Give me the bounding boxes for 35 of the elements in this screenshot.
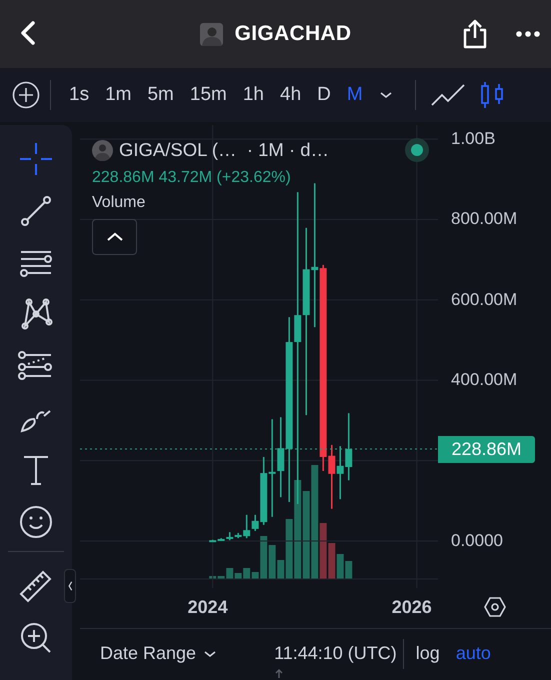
token-title: GIGACHAD <box>234 22 352 46</box>
auto-toggle[interactable]: auto <box>456 643 491 664</box>
last-price-badge: 228.86M <box>438 436 535 463</box>
price-label: 800.00M <box>451 209 518 230</box>
time-label: 2026 <box>392 597 432 618</box>
interval-tab[interactable]: 15m <box>182 84 235 106</box>
interval-tab[interactable]: 1s <box>61 84 98 106</box>
date-range-button[interactable]: Date Range <box>100 643 216 664</box>
indicator-label: Volume <box>92 194 146 212</box>
add-icon[interactable] <box>12 81 40 109</box>
ohlc-values: 228.86M 43.72M (+23.62%) <box>92 169 292 187</box>
price-label: 1.00B <box>451 129 496 150</box>
avatar-icon <box>200 22 223 46</box>
price-label: 400.00M <box>451 370 518 390</box>
price-label: 600.00M <box>451 290 518 310</box>
collapse-handle[interactable] <box>64 569 76 603</box>
arrow-up-icon <box>274 668 284 678</box>
settings-icon[interactable] <box>484 596 506 618</box>
log-toggle[interactable]: log <box>416 643 440 664</box>
symbol-label[interactable]: GIGA/SOL (… · 1M · d… <box>119 139 330 161</box>
interval-tab[interactable]: M <box>338 84 371 106</box>
more-icon[interactable] <box>516 30 540 38</box>
clock-time: 11:44:10 (UTC) <box>274 643 397 664</box>
chevron-down-icon[interactable] <box>378 90 393 100</box>
interval-tab[interactable]: D <box>309 84 339 106</box>
interval-tab[interactable]: 1m <box>97 84 140 106</box>
collapse-button[interactable] <box>92 219 137 255</box>
interval-tab[interactable]: 1h <box>234 84 272 106</box>
caret-up-icon <box>106 232 124 242</box>
interval-tab[interactable]: 4h <box>272 84 310 106</box>
time-label: 2024 <box>188 597 228 618</box>
share-icon[interactable] <box>462 19 488 49</box>
interval-tab[interactable]: 5m <box>139 84 182 106</box>
price-label: 0.0000 <box>451 530 503 551</box>
chevron-down-icon <box>204 650 216 658</box>
